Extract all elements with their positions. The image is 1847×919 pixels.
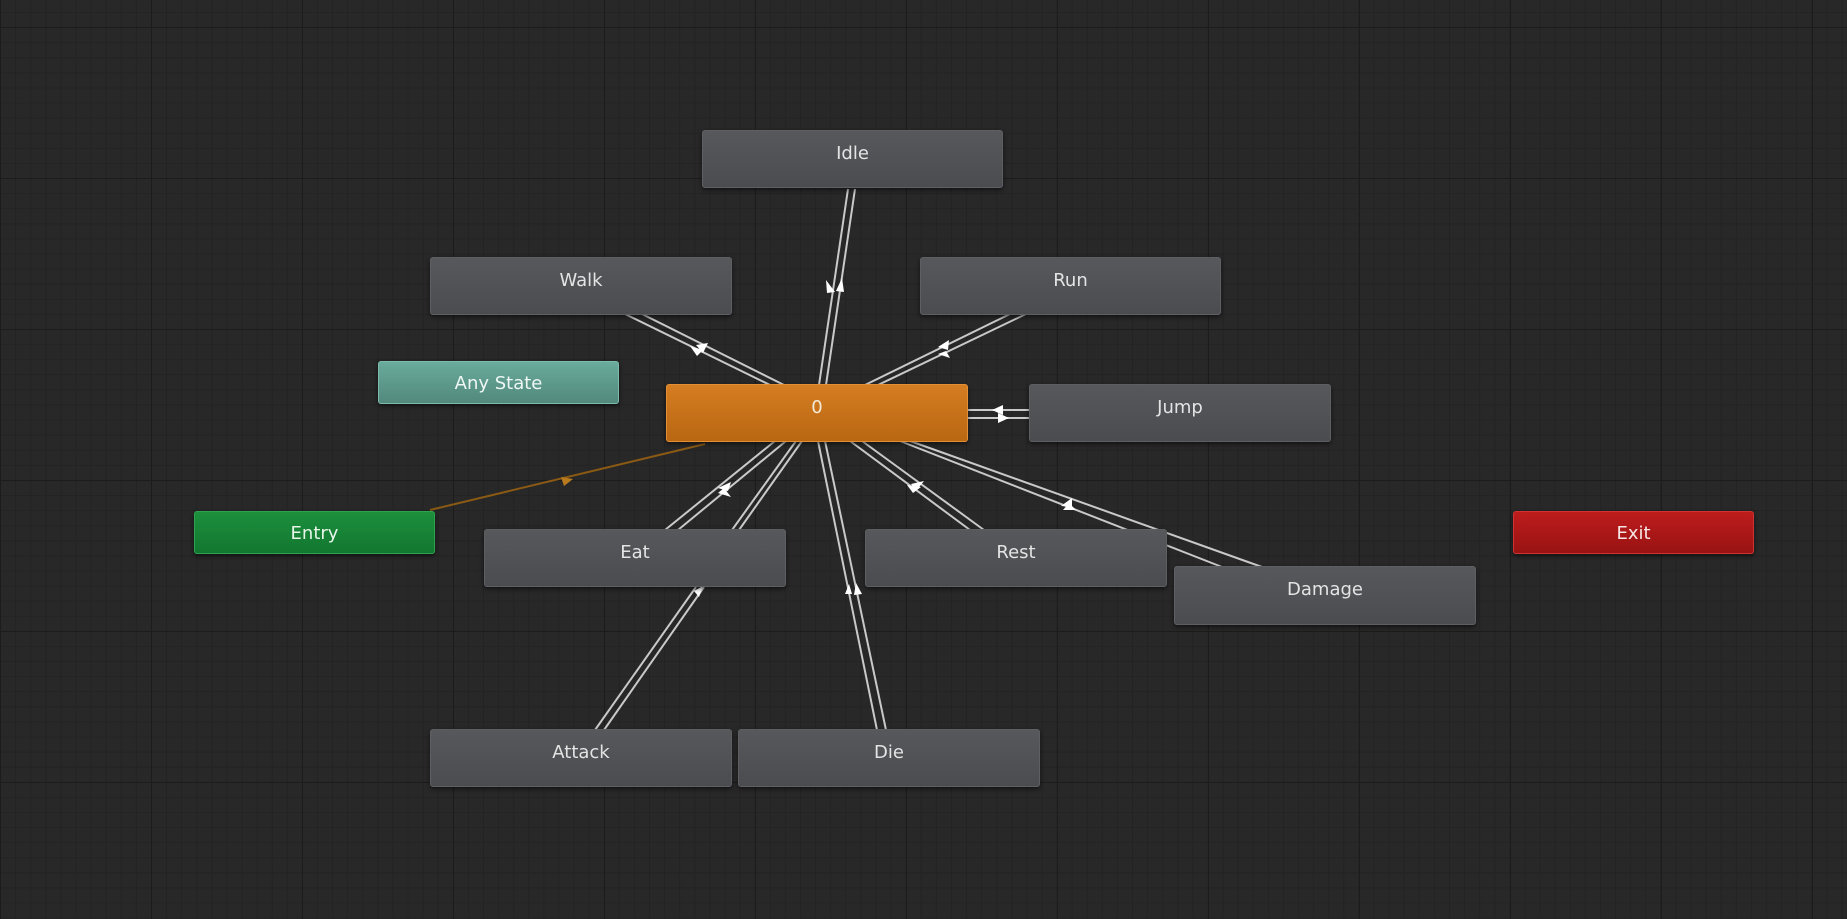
state-node-idle[interactable]: Idle	[702, 130, 1003, 188]
state-node-eat[interactable]: Eat	[484, 529, 786, 587]
state-node-rest[interactable]: Rest	[865, 529, 1167, 587]
state-node-run[interactable]: Run	[920, 257, 1221, 315]
transition-idle-default[interactable]	[818, 188, 856, 386]
animator-graph-canvas[interactable]: Idle Walk Run Any State 0 Jump Entry Eat…	[0, 0, 1847, 919]
transition-eat-default-2[interactable]	[731, 440, 803, 531]
state-node-die[interactable]: Die	[738, 729, 1040, 787]
transition-run-default[interactable]	[864, 313, 1027, 386]
state-node-entry[interactable]: Entry	[194, 511, 435, 554]
state-node-damage[interactable]: Damage	[1174, 566, 1476, 625]
transition-arrow	[992, 405, 1003, 415]
state-node-jump[interactable]: Jump	[1029, 384, 1331, 442]
state-node-default[interactable]: 0	[666, 384, 968, 442]
state-node-attack[interactable]: Attack	[430, 729, 732, 787]
state-node-walk[interactable]: Walk	[430, 257, 732, 315]
transition-entry-to-default[interactable]	[429, 443, 706, 511]
state-node-exit[interactable]: Exit	[1513, 511, 1754, 554]
transition-arrow	[836, 278, 844, 292]
transition-attack-eat[interactable]	[594, 586, 705, 731]
transition-arrow	[845, 584, 852, 594]
transition-arrow	[998, 413, 1009, 423]
state-node-any-state[interactable]: Any State	[378, 361, 619, 404]
